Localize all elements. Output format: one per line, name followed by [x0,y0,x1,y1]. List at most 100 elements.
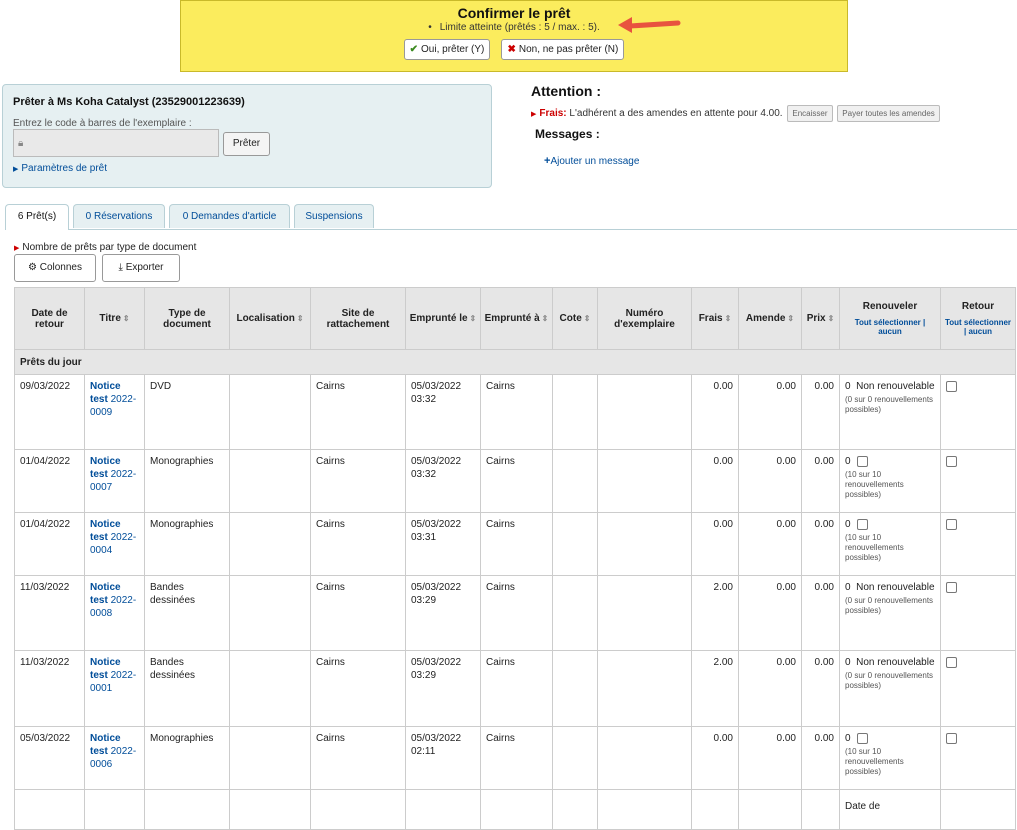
tab-article-requests[interactable]: 0 Demandes d'article [169,204,290,228]
tab-restrictions[interactable]: Suspensions [294,204,374,228]
renew-checkbox[interactable] [856,732,868,744]
due-date-cell: 05/03/2022 [14,726,85,790]
home-library-cell: Cairns [310,449,406,513]
col-price[interactable]: Prix ⇕ [801,287,840,350]
item-type-cell: Bandes dessinées [144,650,230,727]
item-type-cell: Bandes dessinées [144,575,230,651]
sort-icon: ⇕ [541,314,549,323]
footer-cell [691,789,739,830]
col-renew: Renouveler Tout sélectionner | aucun [839,287,941,350]
due-date-cell: 01/04/2022 [14,449,85,513]
renew-cell: 0 (10 sur 10 renouvellements possibles) [839,726,941,790]
col-call-number[interactable]: Cote ⇕ [552,287,598,350]
home-library-cell: Cairns [310,575,406,651]
title-cell[interactable]: Notice test 2022-0006 [84,726,145,790]
issued-at-cell: Cairns [480,512,553,576]
col-item-type[interactable]: Type de document [144,287,230,350]
footer-renew-cell: Date de [839,789,941,830]
gear-icon: ⚙ [27,262,37,273]
add-message-link[interactable]: +Ajouter un message [544,155,639,167]
return-select-all-link[interactable]: Tout sélectionner [945,318,1011,327]
return-checkbox[interactable] [946,380,957,392]
issued-at-cell: Cairns [480,575,553,651]
pay-all-button[interactable]: Payer toutes les amendes [837,105,940,122]
dialog-title: Confirmer le prêt [457,5,571,21]
call-number-cell [552,575,598,651]
tab-holds[interactable]: 0 Réservations [73,204,165,228]
renew-select-none-link[interactable]: aucun [878,327,902,336]
issued-at-cell: Cairns [480,449,553,513]
return-checkbox[interactable] [946,656,957,668]
col-issued-on[interactable]: Emprunté le ⇕ [405,287,481,350]
issued-on-cell: 05/03/2022 03:29 [405,650,481,727]
item-type-cell: Monographies [144,726,230,790]
checkouts-table: Date de retour Titre ⇕ Type de document L… [14,287,1016,830]
sort-icon: ⇕ [827,314,835,323]
due-date-cell: 01/04/2022 [14,512,85,576]
tab-checkouts[interactable]: 6 Prêt(s) [5,204,69,230]
col-title[interactable]: Titre ⇕ [84,287,145,350]
col-home-library[interactable]: Site de rattachement [310,287,406,350]
barcode-label: Entrez le code à barres de l'exemplaire … [13,118,192,129]
close-icon: ✖ [507,44,516,55]
return-checkbox[interactable] [946,732,957,744]
title-cell[interactable]: Notice test 2022-0008 [84,575,145,651]
confirm-no-button[interactable]: ✖ Non, ne pas prêter (N) [501,39,625,60]
issued-on-cell: 05/03/2022 03:32 [405,374,481,450]
caret-right-icon: ▶ [14,245,20,252]
count-by-type-toggle[interactable]: ▶ Nombre de prêts par type de document [14,242,196,253]
item-number-cell [597,512,692,576]
issued-at-cell: Cairns [480,726,553,790]
return-select-none-link[interactable]: aucun [968,327,992,336]
home-library-cell: Cairns [310,650,406,727]
return-cell [940,449,1016,513]
table-row: 11/03/2022 Notice test 2022-0001 Bandes des… [14,650,1016,727]
footer-cell [940,789,1016,830]
home-library-cell: Cairns [310,726,406,790]
title-cell[interactable]: Notice test 2022-0001 [84,650,145,727]
location-cell [229,512,311,576]
footer-cell [480,789,553,830]
return-cell [940,726,1016,790]
footer-cell [597,789,692,830]
fine-cell: 0.00 [738,726,802,790]
location-cell [229,726,311,790]
col-fine[interactable]: Amende ⇕ [738,287,802,350]
renew-checkbox[interactable] [856,518,868,530]
checkout-settings-link[interactable]: ▶ Paramètres de prêt [13,163,107,174]
title-cell[interactable]: Notice test 2022-0009 [84,374,145,450]
renew-select-all-link[interactable]: Tout sélectionner [855,318,921,327]
fines-notice: ▶ Frais: L'adhérent a des amendes en atte… [531,105,940,122]
renew-cell: 0 Non renouvelable (0 sur 0 renouvellemen… [839,650,941,727]
call-number-cell [552,449,598,513]
fees-cell: 2.00 [691,575,739,651]
renew-cell: 0 (10 sur 10 renouvellements possibles) [839,512,941,576]
return-cell [940,374,1016,450]
col-location[interactable]: Localisation ⇕ [229,287,311,350]
pay-button[interactable]: Encaisser [787,105,833,122]
renew-checkbox[interactable] [856,455,868,467]
return-checkbox[interactable] [946,581,957,593]
columns-button[interactable]: ⚙ Colonnes [14,254,96,282]
col-due-date[interactable]: Date de retour [14,287,85,350]
confirm-yes-button[interactable]: ✔ Oui, prêter (Y) [403,39,491,60]
location-cell [229,575,311,651]
barcode-input[interactable]: 🔒︎ [13,129,219,157]
export-button[interactable]: ⤓ Exporter [102,254,180,282]
col-item-number[interactable]: Numéro d'exemplaire [597,287,692,350]
footer-cell [14,789,85,830]
title-cell[interactable]: Notice test 2022-0004 [84,512,145,576]
group-row-today: Prêts du jour [14,349,1016,375]
item-number-cell [597,575,692,651]
col-fees[interactable]: Frais ⇕ [691,287,739,350]
checkout-button[interactable]: Prêter [223,132,270,156]
return-checkbox[interactable] [946,455,957,467]
return-cell [940,650,1016,727]
call-number-cell [552,512,598,576]
return-checkbox[interactable] [946,518,957,530]
table-row: 01/04/2022 Notice test 2022-0004 Monographi… [14,512,1016,576]
col-issued-at[interactable]: Emprunté à ⇕ [480,287,553,350]
fine-cell: 0.00 [738,575,802,651]
price-cell: 0.00 [801,650,840,727]
title-cell[interactable]: Notice test 2022-0007 [84,449,145,513]
